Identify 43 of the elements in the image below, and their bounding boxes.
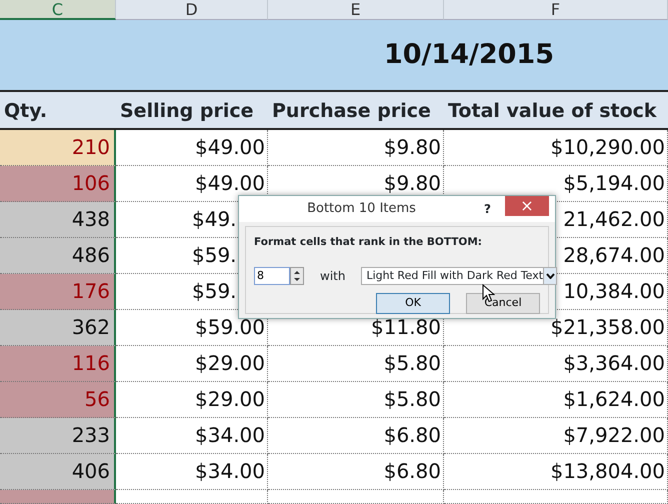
column-title: Selling price	[116, 92, 268, 130]
help-button[interactable]: ?	[484, 200, 491, 218]
close-button[interactable]: ×	[505, 196, 549, 216]
table-cell: $10,290.00	[444, 130, 668, 166]
spin-arrows-icon[interactable]	[290, 266, 304, 285]
table-cell: $34.00	[116, 454, 268, 490]
table-cell: 106	[0, 166, 116, 202]
date-label: 10/14/2015	[384, 38, 554, 72]
table-cell: $29.00	[116, 346, 268, 382]
table-cell: 116	[0, 346, 116, 382]
table-cell: $5.80	[268, 382, 444, 418]
table-cell: 362	[0, 310, 116, 346]
count-field[interactable]: 8	[254, 266, 290, 285]
dialog-title: Bottom 10 Items	[306, 200, 417, 218]
table-cell: 56	[0, 382, 116, 418]
column-header[interactable]: E	[268, 0, 444, 20]
table-cell: $29.00	[116, 382, 268, 418]
column-header[interactable]: D	[116, 0, 268, 20]
chevron-down-icon	[546, 272, 555, 279]
table-cell: 406	[0, 454, 116, 490]
column-title: Qty.	[0, 92, 116, 130]
table-cell: 176	[0, 274, 116, 310]
table-cell: $6.80	[268, 454, 444, 490]
table-cell: $49.00	[116, 130, 268, 166]
table-cell: 486	[0, 238, 116, 274]
table-cell: 438	[0, 202, 116, 238]
table-cell: $3,364.00	[444, 346, 668, 382]
column-title: Total value of stock	[444, 92, 668, 130]
column-title: Purchase price	[268, 92, 444, 130]
table-cell: 233	[0, 418, 116, 454]
table-cell: 210	[0, 130, 116, 166]
table-cell: $1,624.00	[444, 382, 668, 418]
table-cell: $6.80	[268, 418, 444, 454]
ok-button[interactable]: OK	[376, 292, 450, 314]
table-cell: $7,922.00	[444, 418, 668, 454]
format-dropdown[interactable]: Light Red Fill with Dark Red Text	[361, 266, 558, 285]
column-header[interactable]: C	[0, 0, 116, 20]
table-cell: $9.80	[268, 130, 444, 166]
column-header[interactable]: F	[444, 0, 668, 20]
table-cell: $34.00	[116, 418, 268, 454]
table-cell: $13,804.00	[444, 454, 668, 490]
table-cell: $5.80	[268, 346, 444, 382]
with-label: with	[320, 268, 346, 285]
